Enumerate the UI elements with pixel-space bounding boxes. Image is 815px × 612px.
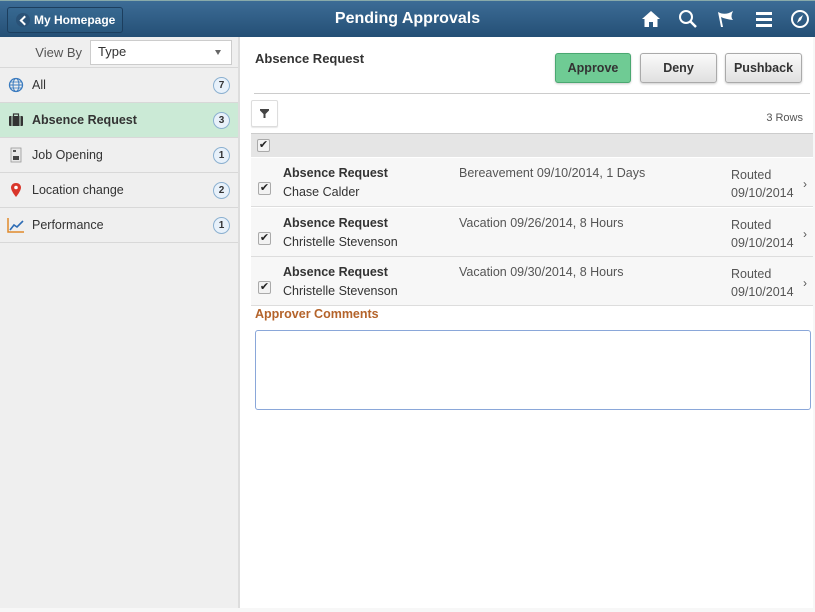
table-row[interactable]: ✔ Absence Request Chase Calder Bereavemen… xyxy=(251,158,813,207)
sidebar-item-absence-request[interactable]: Absence Request 3 xyxy=(0,103,238,138)
table-row[interactable]: ✔ Absence Request Christelle Stevenson Va… xyxy=(251,208,813,257)
row-detail: Vacation 09/26/2014, 8 Hours xyxy=(459,216,624,230)
count-badge: 1 xyxy=(213,147,230,164)
row-count: 3 Rows xyxy=(766,112,803,124)
count-badge: 7 xyxy=(213,77,230,94)
dropdown-arrow-icon xyxy=(215,49,221,55)
sidebar-item-all[interactable]: All 7 xyxy=(0,68,238,103)
sidebar-item-label: Absence Request xyxy=(32,113,137,127)
view-by-value: Type xyxy=(98,43,127,59)
count-badge: 1 xyxy=(213,217,230,234)
document-icon xyxy=(7,146,25,164)
sidebar: View By Type All 7 Absence Request 3 Job… xyxy=(0,37,240,608)
row-name: Chase Calder xyxy=(283,185,360,199)
sidebar-item-label: Location change xyxy=(32,183,124,197)
search-icon[interactable] xyxy=(677,8,699,30)
row-name: Christelle Stevenson xyxy=(283,235,398,249)
approver-comments-label: Approver Comments xyxy=(255,307,379,321)
menu-icon[interactable] xyxy=(753,8,775,30)
row-date: 09/10/2014 xyxy=(731,285,794,299)
my-homepage-label: My Homepage xyxy=(34,13,116,27)
pushback-button[interactable]: Pushback xyxy=(725,53,802,83)
row-detail: Bereavement 09/10/2014, 1 Days xyxy=(459,166,646,180)
sidebar-item-label: All xyxy=(32,78,46,92)
row-detail: Vacation 09/30/2014, 8 Hours xyxy=(459,265,624,279)
chart-icon xyxy=(7,216,25,234)
app-header: My Homepage Pending Approvals xyxy=(0,0,815,37)
view-by-select[interactable]: Type xyxy=(90,39,232,65)
compass-icon[interactable] xyxy=(789,8,811,30)
back-icon xyxy=(16,13,30,27)
divider xyxy=(254,93,810,94)
grid-header: ✔ xyxy=(251,133,813,157)
my-homepage-button[interactable]: My Homepage xyxy=(7,7,123,33)
filter-icon xyxy=(260,109,269,118)
row-name: Christelle Stevenson xyxy=(283,284,398,298)
main-panel: Absence Request Approve Deny Pushback 3 … xyxy=(240,37,813,608)
row-checkbox[interactable]: ✔ xyxy=(258,281,271,294)
filter-button[interactable] xyxy=(251,100,278,127)
chevron-right-icon[interactable]: › xyxy=(803,276,807,290)
sidebar-item-performance[interactable]: Performance 1 xyxy=(0,208,238,243)
row-status: Routed xyxy=(731,218,772,232)
approve-button[interactable]: Approve xyxy=(555,53,631,83)
deny-button[interactable]: Deny xyxy=(640,53,717,83)
view-by-row: View By Type xyxy=(0,37,238,68)
approver-comments-input[interactable] xyxy=(255,330,811,410)
sidebar-item-job-opening[interactable]: Job Opening 1 xyxy=(0,138,238,173)
row-type: Absence Request xyxy=(283,265,388,279)
map-pin-icon xyxy=(7,181,25,199)
sidebar-item-location-change[interactable]: Location change 2 xyxy=(0,173,238,208)
row-date: 09/10/2014 xyxy=(731,186,794,200)
view-by-label: View By xyxy=(35,44,82,60)
row-status: Routed xyxy=(731,267,772,281)
section-title: Absence Request xyxy=(255,51,365,66)
count-badge: 3 xyxy=(213,112,230,129)
globe-icon xyxy=(7,76,25,94)
table-row[interactable]: ✔ Absence Request Christelle Stevenson Va… xyxy=(251,257,813,306)
row-checkbox[interactable]: ✔ xyxy=(258,232,271,245)
row-type: Absence Request xyxy=(283,216,388,230)
chevron-right-icon[interactable]: › xyxy=(803,177,807,191)
sidebar-item-label: Performance xyxy=(32,218,104,232)
row-date: 09/10/2014 xyxy=(731,236,794,250)
row-type: Absence Request xyxy=(283,166,388,180)
select-all-checkbox[interactable]: ✔ xyxy=(257,139,270,152)
sidebar-item-label: Job Opening xyxy=(32,148,103,162)
count-badge: 2 xyxy=(213,182,230,199)
row-checkbox[interactable]: ✔ xyxy=(258,182,271,195)
chevron-right-icon[interactable]: › xyxy=(803,227,807,241)
briefcase-icon xyxy=(7,111,25,129)
bottom-bar xyxy=(0,608,815,612)
row-status: Routed xyxy=(731,168,772,182)
flag-icon[interactable] xyxy=(715,8,737,30)
home-icon[interactable] xyxy=(640,8,662,30)
